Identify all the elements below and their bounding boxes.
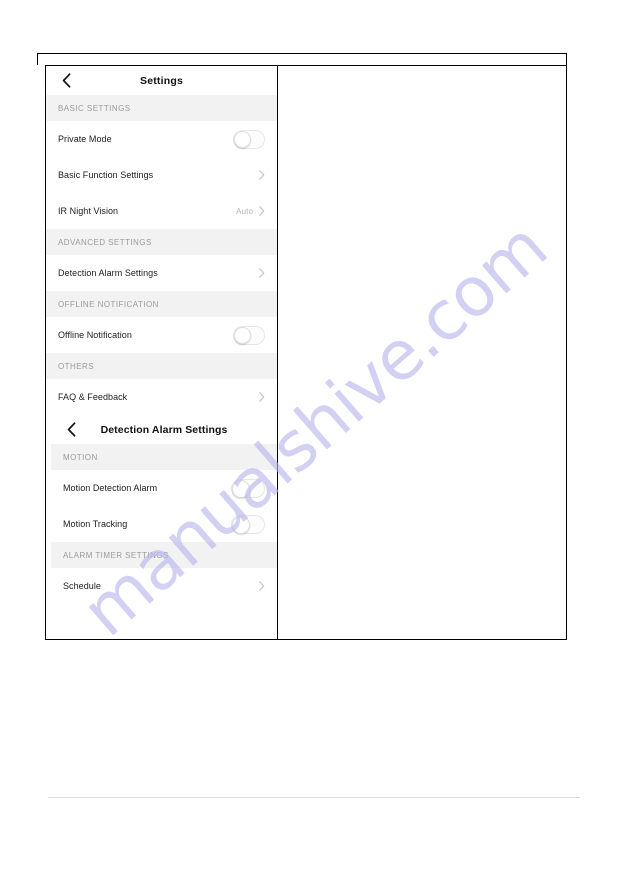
settings-nav-bar: Settings [46, 66, 277, 95]
detection-alarm-nav-bar: Detection Alarm Settings [51, 415, 277, 444]
offline-notification-toggle[interactable] [233, 325, 265, 345]
screenshot-settings: Settings BASIC SETTINGS Private Mode Bas… [46, 66, 277, 415]
table-header-strip [37, 53, 567, 65]
row-detection-alarm-settings[interactable]: Detection Alarm Settings [46, 255, 277, 291]
row-label: Motion Tracking [63, 519, 128, 529]
motion-tracking-toggle[interactable] [231, 514, 265, 534]
toggle-knob [232, 479, 250, 498]
row-motion-detection-alarm[interactable]: Motion Detection Alarm [51, 470, 277, 506]
section-header-advanced-settings: ADVANCED SETTINGS [46, 229, 277, 255]
row-offline-notification[interactable]: Offline Notification [46, 317, 277, 353]
section-header-basic-settings: BASIC SETTINGS [46, 95, 277, 121]
section-header-alarm-timer-settings: ALARM TIMER SETTINGS [51, 542, 277, 568]
private-mode-toggle[interactable] [233, 129, 265, 149]
ir-night-vision-value: Auto [236, 206, 253, 216]
toggle-knob [232, 515, 250, 534]
row-label: Offline Notification [58, 330, 132, 340]
chevron-right-icon [258, 170, 265, 181]
screenshot-detection-alarm-settings: Detection Alarm Settings MOTION Motion D… [46, 415, 277, 604]
chevron-right-icon [258, 392, 265, 403]
row-basic-function-settings[interactable]: Basic Function Settings [46, 157, 277, 193]
chevron-right-icon [258, 581, 265, 592]
row-schedule[interactable]: Schedule [51, 568, 277, 604]
row-private-mode[interactable]: Private Mode [46, 121, 277, 157]
toggle-knob [234, 326, 251, 344]
row-motion-tracking[interactable]: Motion Tracking [51, 506, 277, 542]
row-label: Private Mode [58, 134, 112, 144]
page-title: Detection Alarm Settings [100, 423, 228, 436]
section-header-others: OTHERS [46, 353, 277, 379]
chevron-right-icon [258, 268, 265, 279]
page-title: Settings [139, 74, 184, 87]
document-page: Settings BASIC SETTINGS Private Mode Bas… [0, 0, 629, 893]
table-cell-left: Settings BASIC SETTINGS Private Mode Bas… [46, 66, 277, 639]
table-cell-right [278, 66, 566, 639]
row-label: Detection Alarm Settings [58, 268, 158, 278]
document-table: Settings BASIC SETTINGS Private Mode Bas… [45, 65, 567, 640]
chevron-right-icon [258, 206, 265, 217]
row-faq-feedback[interactable]: FAQ & Feedback [46, 379, 277, 415]
toggle-knob [234, 130, 251, 148]
row-label: FAQ & Feedback [58, 392, 128, 402]
page-footer-rule [48, 797, 580, 798]
row-label: Schedule [63, 581, 101, 591]
motion-detection-alarm-toggle[interactable] [231, 478, 265, 498]
chevron-left-icon[interactable] [64, 422, 78, 437]
chevron-left-icon[interactable] [59, 73, 73, 88]
row-label: Motion Detection Alarm [63, 483, 158, 493]
row-ir-night-vision[interactable]: IR Night Vision Auto [46, 193, 277, 229]
row-label: IR Night Vision [58, 206, 119, 216]
section-header-offline-notification: OFFLINE NOTIFICATION [46, 291, 277, 317]
section-header-motion: MOTION [51, 444, 277, 470]
row-label: Basic Function Settings [58, 170, 154, 180]
